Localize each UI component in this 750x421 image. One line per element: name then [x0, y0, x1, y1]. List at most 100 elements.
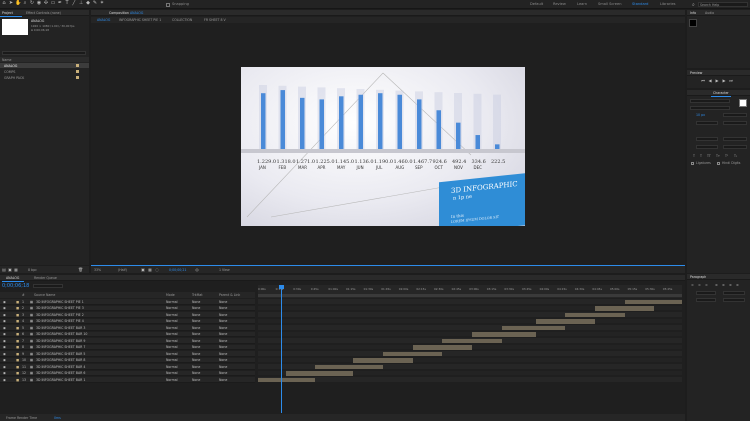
workspace-learn[interactable]: Learn [577, 2, 587, 6]
layer-comp-icon[interactable]: ▦ [30, 378, 33, 382]
tracking-field[interactable] [723, 121, 747, 125]
layer-parent[interactable]: None [219, 313, 227, 317]
layer-mode[interactable]: Normal [166, 371, 178, 375]
layer-parent[interactable]: None [219, 345, 227, 349]
layer-visibility-icon[interactable]: ◉ [3, 352, 6, 356]
trash-icon[interactable]: 🗑 [78, 267, 83, 272]
snapshot-icon[interactable]: ◎ [195, 267, 199, 272]
resolution-dropdown[interactable]: (Half) [118, 268, 127, 272]
ligatures-checkbox[interactable] [691, 162, 694, 165]
eraser-tool-icon[interactable]: ◆ [85, 1, 91, 6]
layer-visibility-icon[interactable]: ◉ [3, 332, 6, 336]
next-frame-icon[interactable]: ▶ [722, 79, 726, 83]
layer-mode[interactable]: Normal [166, 313, 178, 317]
workspace-default[interactable]: Default [530, 2, 543, 6]
superscript-button[interactable]: T¹ [725, 154, 728, 158]
font-family-field[interactable] [690, 99, 730, 103]
workspace-standard[interactable]: Standard [632, 2, 648, 6]
layer-mode[interactable]: Normal [166, 339, 178, 343]
layer-parent[interactable]: None [219, 352, 227, 356]
project-tab[interactable]: Project [2, 11, 13, 15]
layer-mode[interactable]: Normal [166, 365, 178, 369]
layer-mode[interactable]: Normal [166, 306, 178, 310]
new-composition-icon[interactable]: ▦ [14, 267, 18, 272]
first-frame-icon[interactable]: ⏮ [701, 79, 705, 83]
interpret-footage-icon[interactable]: ▤ [2, 267, 6, 272]
layer-search-input[interactable] [33, 284, 63, 288]
layer-row[interactable]: ◉ ■ 1 ▦ 3D INFOGRAPHIC SHEET PIE 1 Normal None… [0, 299, 255, 305]
layer-duration-bar[interactable] [258, 377, 316, 383]
character-tab[interactable]: Character [713, 91, 729, 95]
layer-row[interactable]: ◉ ■ 10 ▦ 3D INFOGRAPHIC SHEET BAR 8 Normal Non… [0, 357, 255, 364]
camera-tool-icon[interactable]: ◉ [36, 1, 42, 6]
layer-trkmat[interactable]: None [192, 319, 200, 323]
layer-duration-bar[interactable] [472, 332, 536, 337]
layer-mode[interactable]: Normal [166, 319, 178, 323]
bpc-label[interactable]: 8 bpc [28, 268, 37, 272]
layer-parent[interactable]: None [219, 300, 227, 304]
layer-comp-icon[interactable]: ▦ [30, 300, 33, 304]
justify-center-button[interactable]: ≣ [722, 283, 725, 287]
tsume-field[interactable] [723, 145, 747, 149]
composition-tab-name[interactable]: ANALOG [130, 11, 143, 15]
layer-duration-bar[interactable] [285, 371, 354, 376]
timeline-comp-tab[interactable]: ANALOG [6, 276, 19, 280]
layer-parent[interactable]: None [219, 339, 227, 343]
faux-italic-button[interactable]: T [700, 154, 702, 158]
search-help-input[interactable]: Search Help [698, 2, 748, 7]
snapping-checkbox[interactable] [166, 2, 170, 7]
layer-comp-icon[interactable]: ▦ [30, 371, 33, 375]
justify-right-button[interactable]: ≣ [729, 283, 732, 287]
time-ruler[interactable]: 0:00s 0:15s 0:30s 0:45s 01:00s 01:15s 01:30s 01… [258, 285, 682, 298]
breadcrumb-item-0[interactable]: ANALOG [97, 18, 110, 22]
layer-trkmat[interactable]: None [192, 345, 200, 349]
indent-right-field[interactable] [723, 291, 745, 295]
layer-row[interactable]: ◉ ■ 12 ▦ 3D INFOGRAPHIC SHEET BAR 6 Normal Non… [0, 370, 255, 377]
last-frame-icon[interactable]: ⏭ [729, 79, 733, 83]
layer-trkmat[interactable]: None [192, 352, 200, 356]
layer-trkmat[interactable]: None [192, 326, 200, 330]
layer-row[interactable]: ◉ ■ 9 ▦ 3D INFOGRAPHIC SHEET BAR 5 Normal None… [0, 351, 255, 357]
layer-visibility-icon[interactable]: ◉ [3, 339, 6, 343]
region-of-interest-icon[interactable]: ▣ [141, 267, 145, 272]
project-item-row-1[interactable]: COMPS [0, 69, 89, 74]
playhead[interactable] [281, 285, 282, 413]
layer-row[interactable]: ◉ ■ 11 ▦ 3D INFOGRAPHIC SHEET BAR 4 Normal Non… [0, 364, 255, 370]
justify-all-button[interactable]: ≣ [736, 283, 739, 287]
align-center-button[interactable]: ≡ [698, 283, 701, 287]
layer-trkmat[interactable]: None [192, 371, 200, 375]
layer-trkmat[interactable]: None [192, 313, 200, 317]
project-item-row-2[interactable]: GRAPH PACK [0, 75, 89, 80]
col-source-name[interactable]: Source Name [34, 293, 55, 297]
layer-visibility-icon[interactable]: ◉ [3, 313, 6, 317]
layer-row[interactable]: ◉ ■ 13 ▦ 3D INFOGRAPHIC SHEET BAR 1 Normal Non… [0, 377, 255, 383]
magnification-dropdown[interactable]: 33% [94, 268, 101, 272]
first-line-indent-field[interactable] [696, 298, 716, 302]
layer-duration-bar[interactable] [624, 299, 682, 305]
composition-tab-label[interactable]: Composition [109, 11, 129, 15]
layer-mode[interactable]: Normal [166, 352, 178, 356]
pan-behind-tool-icon[interactable]: ✣ [43, 1, 49, 6]
layer-row[interactable]: ◉ ■ 6 ▦ 3D INFOGRAPHIC SHEET BAR 10 Normal Non… [0, 331, 255, 338]
font-style-field[interactable] [690, 106, 730, 110]
indent-left-field[interactable] [696, 291, 716, 295]
layer-visibility-icon[interactable]: ◉ [3, 319, 6, 323]
layer-duration-bar[interactable] [535, 319, 596, 324]
layer-comp-icon[interactable]: ▦ [30, 306, 33, 310]
work-area-bar[interactable] [258, 294, 682, 297]
layer-visibility-icon[interactable]: ◉ [3, 300, 6, 304]
vertical-scale-field[interactable] [696, 137, 718, 141]
layer-parent[interactable]: None [219, 319, 227, 323]
pen-tool-icon[interactable]: ✒ [57, 1, 63, 6]
layer-duration-bar[interactable] [412, 345, 473, 350]
layer-parent[interactable]: None [219, 326, 227, 330]
kerning-field[interactable] [696, 121, 718, 125]
workspace-libraries[interactable]: Libraries [660, 2, 676, 6]
layer-row[interactable]: ◉ ■ 7 ▦ 3D INFOGRAPHIC SHEET BAR 9 Normal None… [0, 338, 255, 344]
layer-duration-bar[interactable] [442, 338, 502, 344]
layer-comp-icon[interactable]: ▦ [30, 313, 33, 317]
project-item-row-0[interactable]: ANALOG [0, 63, 89, 68]
layer-duration-bar[interactable] [501, 325, 566, 331]
audio-tab[interactable]: Audio [705, 11, 714, 15]
layer-visibility-icon[interactable]: ◉ [3, 378, 6, 382]
